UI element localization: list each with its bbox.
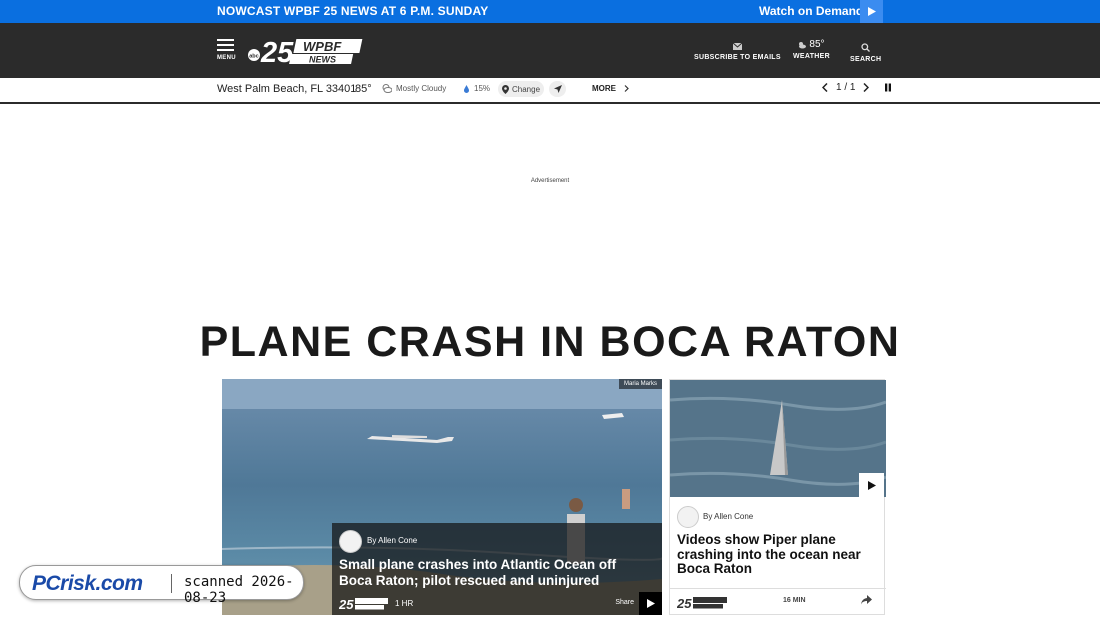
watermark-separator [171, 574, 172, 593]
author-avatar [677, 506, 699, 528]
svg-text:25: 25 [260, 37, 294, 66]
weather-condition: Mostly Cloudy [382, 84, 446, 93]
weather-bar: West Palm Beach, FL 33401 85° Mostly Clo… [0, 78, 1100, 104]
search-label: SEARCH [850, 56, 882, 63]
play-icon [646, 599, 655, 608]
share-button[interactable]: Share [615, 599, 634, 606]
chevron-right-icon [624, 85, 629, 92]
side-story-title[interactable]: Videos show Piper plane crashing into th… [677, 532, 877, 577]
play-icon[interactable] [860, 0, 883, 23]
lead-play-button[interactable] [639, 592, 662, 615]
site-logo[interactable]: abc 25 WPBF NEWS [247, 36, 365, 69]
weather-button[interactable]: 85° WEATHER [793, 39, 830, 60]
site-header: MENU abc 25 WPBF NEWS SUBSCRIBE TO EMAIL… [0, 23, 1100, 78]
subscribe-label: SUBSCRIBE TO EMAILS [694, 54, 781, 61]
side-play-button[interactable] [859, 473, 884, 497]
lead-story-byline[interactable]: By Allen Cone [367, 536, 417, 545]
section-headline: PLANE CRASH IN BOCA RATON [199, 318, 901, 366]
search-button[interactable]: SEARCH [850, 43, 881, 63]
change-label: Change [512, 84, 541, 94]
envelope-icon [732, 43, 742, 50]
side-story-time: 16 MIN [783, 597, 806, 604]
next-arrow-icon[interactable] [863, 83, 870, 92]
weather-label: WEATHER [793, 53, 830, 60]
location-pin-icon [502, 84, 509, 94]
station-logo: 25 [339, 597, 388, 610]
lead-story-meta: 25 1 HR [339, 597, 413, 610]
watermark-brand: PCrisk.com [32, 572, 143, 595]
side-story-card[interactable]: By Allen Cone Videos show Piper plane cr… [669, 379, 886, 616]
ticker-pager: 1 / 1 [822, 82, 893, 93]
svg-text:WPBF: WPBF [303, 39, 342, 54]
weather-condition-text: Mostly Cloudy [396, 84, 447, 93]
pcrisk-watermark: PCrisk.com scanned 2026-08-23 [19, 565, 304, 606]
header-temperature: 85° [809, 39, 825, 50]
more-label: MORE [592, 84, 616, 93]
logo-network-text: abc [249, 54, 258, 60]
previous-arrow-icon[interactable] [822, 83, 828, 92]
author-avatar [339, 530, 362, 553]
live-banner[interactable]: NOWCAST WPBF 25 News at 6 p.m. Sunday Wa… [0, 0, 1100, 23]
pager-count: 1 / 1 [836, 82, 856, 93]
lead-story-overlay: By Allen Cone Small plane crashes into A… [332, 523, 662, 615]
share-arrow-icon[interactable] [861, 595, 872, 605]
menu-button[interactable]: MENU [217, 39, 237, 61]
more-button[interactable]: MORE [592, 84, 629, 93]
photo-credit: Maria Marks [618, 379, 662, 389]
change-location-button[interactable]: Change [498, 81, 545, 97]
search-icon [861, 43, 871, 52]
raindrop-icon [464, 84, 469, 93]
svg-text:NEWS: NEWS [309, 55, 336, 65]
station-logo: 25 [677, 596, 727, 609]
weather-location: West Palm Beach, FL 33401 [217, 83, 357, 95]
live-banner-text[interactable]: NOWCAST WPBF 25 News at 6 p.m. Sunday [217, 4, 488, 18]
partly-cloudy-icon [382, 84, 392, 93]
lead-story-title[interactable]: Small plane crashes into Atlantic Ocean … [339, 557, 649, 589]
watermark-scan-text: scanned 2026-08-23 [184, 574, 294, 606]
play-icon [867, 480, 876, 490]
menu-label: MENU [217, 55, 236, 61]
side-story-meta: 25 16 MIN [670, 588, 886, 616]
locate-me-button[interactable] [549, 81, 566, 97]
watch-on-demand-link[interactable]: Watch on Demand [759, 4, 863, 18]
weather-precip-text: 15% [474, 84, 491, 93]
navigation-arrow-icon [553, 85, 562, 93]
side-story-photo [670, 380, 886, 497]
svg-text:25: 25 [339, 597, 354, 610]
pause-icon[interactable] [883, 83, 893, 92]
side-story-byline[interactable]: By Allen Cone [703, 512, 753, 521]
lead-story-time: 1 HR [395, 599, 414, 608]
weather-precip: 15% [463, 84, 490, 93]
weather-temperature: 85° [355, 83, 372, 95]
subscribe-button[interactable]: SUBSCRIBE TO EMAILS [694, 43, 781, 61]
weather-cloud-icon [799, 41, 807, 48]
hamburger-icon [217, 39, 237, 51]
advertisement-label: Advertisement [530, 178, 570, 184]
svg-text:25: 25 [677, 596, 692, 609]
